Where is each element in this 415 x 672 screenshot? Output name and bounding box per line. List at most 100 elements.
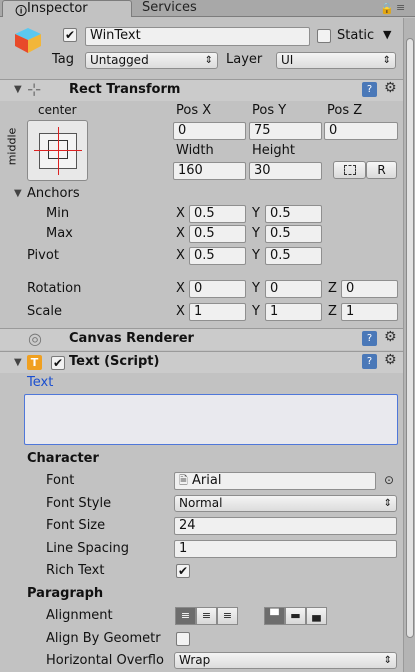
align-by-geometry-label: Align By Geometr (46, 631, 161, 646)
font-size-field[interactable]: 24 (174, 517, 397, 535)
tab-services[interactable]: Services (134, 0, 254, 17)
max-label: Max (46, 226, 73, 241)
gear-icon[interactable]: ⚙ (384, 352, 397, 368)
font-style-label: Font Style (46, 496, 112, 511)
blueprint-mode-button[interactable] (333, 161, 366, 179)
rect-transform-header[interactable] (0, 79, 403, 101)
layer-label: Layer (226, 52, 263, 67)
rich-text-label: Rich Text (46, 563, 105, 578)
pivot-y-axis-label: Y (252, 248, 260, 263)
menu-icon[interactable]: ≡ (396, 1, 405, 14)
expand-triangle-icon[interactable]: ▼ (14, 84, 22, 95)
dropdown-arrow-icon: ⇕ (383, 498, 392, 509)
alignment-label: Alignment (46, 608, 113, 623)
horizontal-overflow-dropdown[interactable]: Wrap ⇕ (174, 652, 397, 669)
width-field[interactable]: 160 (173, 162, 246, 180)
static-dropdown-arrow-icon[interactable]: ▼ (383, 28, 391, 41)
scale-y-field[interactable]: 1 (265, 303, 322, 321)
scale-x-field[interactable]: 1 (189, 303, 246, 321)
min-y-field[interactable]: 0.5 (265, 205, 322, 223)
pos-z-label: Pos Z (327, 103, 363, 118)
tag-dropdown[interactable]: Untagged ⇕ (85, 52, 218, 69)
pos-x-label: Pos X (176, 103, 212, 118)
lock-icon[interactable]: 🔒 (380, 2, 394, 15)
tag-label: Tag (52, 52, 75, 67)
align-left-icon[interactable]: ≡ (175, 607, 196, 625)
rot-y-axis-label: Y (252, 281, 260, 296)
active-checkbox[interactable]: ✔ (63, 28, 77, 42)
info-icon: 🛈 (15, 4, 28, 18)
pivot-x-field[interactable]: 0.5 (189, 247, 246, 265)
gear-icon[interactable]: ⚙ (384, 329, 397, 345)
layer-dropdown[interactable]: UI ⇕ (276, 52, 396, 69)
font-field[interactable]: 🗎 Arial (174, 472, 376, 490)
text-area[interactable] (24, 394, 398, 445)
height-label: Height (252, 143, 295, 158)
line-spacing-field[interactable]: 1 (174, 540, 397, 558)
line-spacing-label: Line Spacing (46, 541, 129, 556)
horizontal-overflow-label: Horizontal Overflo (46, 653, 164, 668)
scrollbar[interactable] (403, 18, 415, 672)
gear-icon[interactable]: ⚙ (384, 80, 397, 96)
layer-dropdown-value: UI (281, 53, 294, 67)
scale-z-field[interactable]: 1 (341, 303, 398, 321)
rotation-label: Rotation (27, 281, 82, 296)
pos-y-field[interactable]: 75 (249, 122, 322, 140)
tab-inspector[interactable]: 🛈 Inspector (2, 0, 132, 18)
align-right-icon[interactable]: ≡ (217, 607, 238, 625)
rotation-x-field[interactable]: 0 (189, 280, 246, 298)
align-middle-icon[interactable]: ▬ (285, 607, 306, 625)
expand-triangle-icon[interactable]: ▼ (14, 357, 22, 368)
scale-z-axis-label: Z (328, 304, 337, 319)
dropdown-arrow-icon: ⇕ (382, 55, 391, 66)
tag-dropdown-value: Untagged (90, 53, 149, 67)
raw-edit-button[interactable]: R (366, 161, 397, 179)
help-icon[interactable]: ? (362, 82, 377, 97)
align-top-icon[interactable]: ▀ (264, 607, 285, 625)
dropdown-arrow-icon: ⇕ (204, 55, 213, 66)
pos-z-field[interactable]: 0 (324, 122, 398, 140)
text-component-icon: T (27, 355, 42, 370)
object-name-field[interactable]: WinText (85, 27, 310, 46)
max-y-field[interactable]: 0.5 (265, 225, 322, 243)
horizontal-alignment-group: ≡ ≡ ≡ (175, 607, 238, 625)
font-style-value: Normal (179, 496, 223, 510)
max-y-axis-label: Y (252, 226, 260, 241)
text-field-label: Text (27, 375, 54, 390)
blueprint-icon (343, 165, 356, 175)
text-script-enabled-checkbox[interactable]: ✔ (51, 356, 65, 370)
tab-services-label: Services (142, 0, 197, 15)
canvas-renderer-header[interactable] (0, 328, 403, 350)
scale-x-axis-label: X (176, 304, 185, 319)
object-picker-icon[interactable]: ⊙ (384, 473, 394, 487)
rect-transform-icon: ⊹ (27, 80, 42, 100)
pivot-y-field[interactable]: 0.5 (265, 247, 322, 265)
scale-y-axis-label: Y (252, 304, 260, 319)
pos-x-field[interactable]: 0 (173, 122, 246, 140)
pivot-x-axis-label: X (176, 248, 185, 263)
anchor-preset-v-label: middle (5, 127, 19, 166)
anchors-expand-icon[interactable]: ▼ (14, 188, 22, 199)
align-bottom-icon[interactable]: ▄ (306, 607, 327, 625)
max-x-field[interactable]: 0.5 (189, 225, 246, 243)
tab-inspector-label: Inspector (27, 1, 88, 16)
height-field[interactable]: 30 (249, 162, 322, 180)
static-checkbox[interactable] (317, 29, 331, 43)
rotation-z-field[interactable]: 0 (341, 280, 398, 298)
min-x-field[interactable]: 0.5 (189, 205, 246, 223)
max-x-axis-label: X (176, 226, 185, 241)
help-icon[interactable]: ? (362, 331, 377, 346)
min-x-axis-label: X (176, 206, 185, 221)
min-y-axis-label: Y (252, 206, 260, 221)
rot-x-axis-label: X (176, 281, 185, 296)
help-icon[interactable]: ? (362, 354, 377, 369)
font-asset-icon: 🗎 (179, 474, 188, 487)
rich-text-checkbox[interactable]: ✔ (176, 564, 190, 578)
scrollbar-thumb[interactable] (406, 38, 414, 638)
font-style-dropdown[interactable]: Normal ⇕ (174, 495, 397, 512)
align-center-icon[interactable]: ≡ (196, 607, 217, 625)
align-by-geometry-checkbox[interactable] (176, 632, 190, 646)
rotation-y-field[interactable]: 0 (265, 280, 322, 298)
gameobject-cube-icon (13, 26, 43, 54)
anchor-preset-button[interactable] (27, 120, 88, 181)
